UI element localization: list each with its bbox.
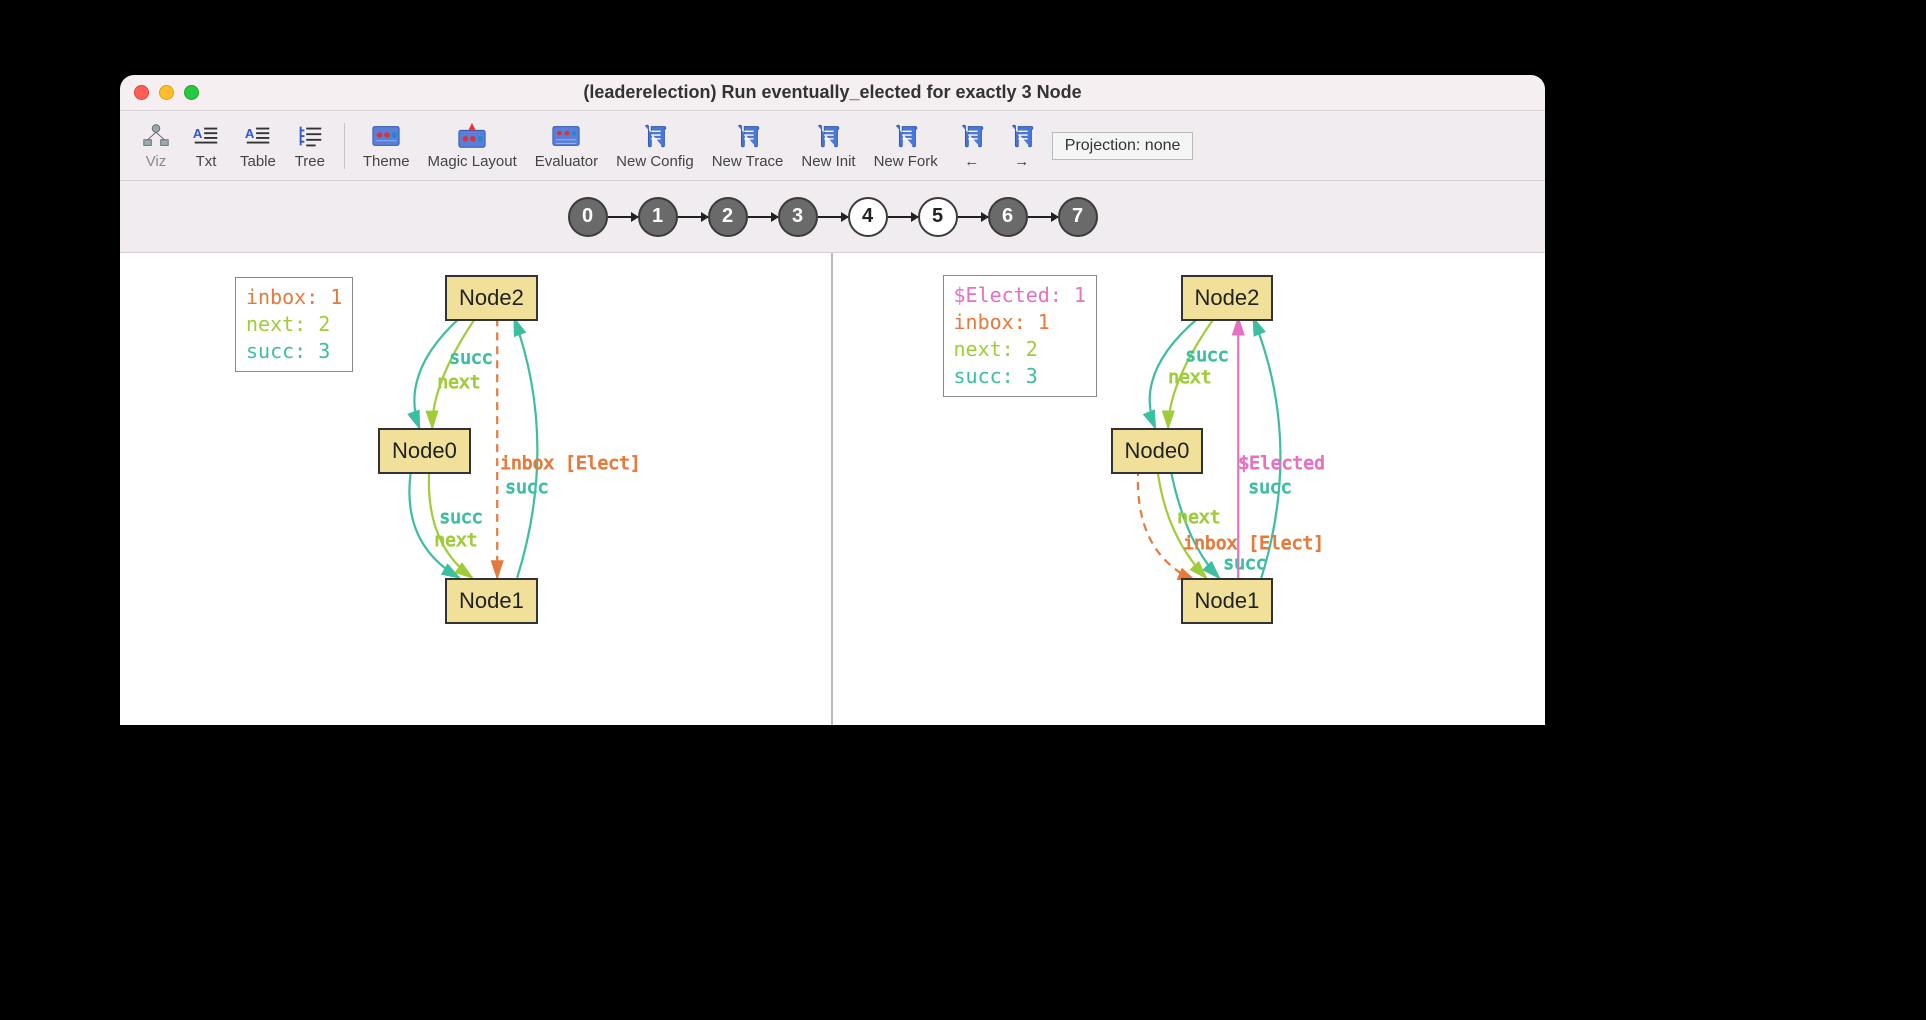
arrow-icon [1028, 216, 1058, 218]
theme-button[interactable]: Theme [355, 117, 418, 174]
toolbar-label: Tree [295, 153, 325, 170]
theme-icon [370, 121, 402, 151]
evaluator-button[interactable]: Evaluator [527, 117, 606, 174]
edge-label: succ [1185, 345, 1228, 366]
toolbar-separator [344, 123, 345, 169]
trace-state-7[interactable]: 7 [1058, 197, 1098, 237]
next-state-button[interactable]: → [998, 117, 1046, 174]
edge-label: succ [449, 347, 492, 368]
scroll-icon [639, 121, 671, 151]
edge-label: succ [1248, 477, 1291, 498]
close-icon[interactable] [134, 85, 149, 100]
table-icon: A [242, 121, 274, 151]
arrow-icon [958, 216, 988, 218]
new-fork-button[interactable]: New Fork [866, 117, 946, 174]
edge-label: next [1177, 507, 1220, 528]
txt-button[interactable]: A Txt [182, 117, 230, 174]
scroll-icon [956, 121, 988, 151]
arrow-icon [748, 216, 778, 218]
scroll-icon [812, 121, 844, 151]
toolbar-label: → [1014, 153, 1029, 170]
toolbar-label: Txt [196, 153, 217, 170]
trace-state-0[interactable]: 0 [568, 197, 608, 237]
legend-item: next: 2 [954, 336, 1086, 363]
trace-state-5[interactable]: 5 [918, 197, 958, 237]
toolbar-label: New Fork [874, 153, 938, 170]
new-trace-button[interactable]: New Trace [704, 117, 792, 174]
edge-label: next [434, 530, 477, 551]
arrow-icon [888, 216, 918, 218]
graph-node[interactable]: Node0 [1111, 428, 1204, 474]
tree-icon [294, 121, 326, 151]
state-panel-right[interactable]: $Elected: 1 inbox: 1 next: 2 succ: 3 [833, 253, 1546, 725]
legend-item: succ: 3 [954, 363, 1086, 390]
toolbar-label: Theme [363, 153, 410, 170]
table-button[interactable]: A Table [232, 117, 284, 174]
legend-item: succ: 3 [246, 338, 342, 365]
legend: $Elected: 1 inbox: 1 next: 2 succ: 3 [943, 275, 1097, 397]
minimize-icon[interactable] [159, 85, 174, 100]
legend-item: inbox: 1 [246, 284, 342, 311]
svg-text:A: A [193, 126, 203, 141]
window-controls [134, 85, 199, 100]
new-init-button[interactable]: New Init [793, 117, 863, 174]
toolbar-label: ← [964, 153, 979, 170]
prev-state-button[interactable]: ← [948, 117, 996, 174]
viz-icon [140, 121, 172, 151]
edge-label: inbox [Elect] [500, 453, 641, 474]
trace-state-1[interactable]: 1 [638, 197, 678, 237]
graph-content: inbox: 1 next: 2 succ: 3 succ next [120, 253, 1545, 725]
graph-node[interactable]: Node1 [1181, 578, 1274, 624]
legend: inbox: 1 next: 2 succ: 3 [235, 277, 353, 372]
graph-node[interactable]: Node2 [445, 275, 538, 321]
new-config-button[interactable]: New Config [608, 117, 702, 174]
trace-state-6[interactable]: 6 [988, 197, 1028, 237]
graph-node[interactable]: Node1 [445, 578, 538, 624]
text-icon: A [190, 121, 222, 151]
arrow-icon [608, 216, 638, 218]
state-panel-left[interactable]: inbox: 1 next: 2 succ: 3 succ next [120, 253, 833, 725]
edge-label: succ [1223, 553, 1266, 574]
trace-state-3[interactable]: 3 [778, 197, 818, 237]
trace-bar: 0 1 2 3 4 5 6 7 [120, 181, 1545, 253]
toolbar-label: Evaluator [535, 153, 598, 170]
viz-button[interactable]: Viz [132, 117, 180, 174]
magic-layout-button[interactable]: Magic Layout [420, 117, 525, 174]
edge-label: $Elected [1238, 453, 1325, 474]
edge-label: succ [439, 507, 482, 528]
toolbar-label: New Trace [712, 153, 784, 170]
trace-state-4[interactable]: 4 [848, 197, 888, 237]
legend-item: next: 2 [246, 311, 342, 338]
legend-item: inbox: 1 [954, 309, 1086, 336]
arrow-icon [818, 216, 848, 218]
arrow-icon [678, 216, 708, 218]
window-title: (leaderelection) Run eventually_elected … [583, 82, 1081, 103]
magic-layout-icon [456, 121, 488, 151]
graph-node[interactable]: Node2 [1181, 275, 1274, 321]
toolbar-label: New Config [616, 153, 694, 170]
tree-button[interactable]: Tree [286, 117, 334, 174]
toolbar-label: Viz [146, 153, 167, 170]
svg-text:A: A [245, 126, 255, 141]
trace-states: 0 1 2 3 4 5 6 7 [568, 197, 1098, 237]
trace-state-2[interactable]: 2 [708, 197, 748, 237]
toolbar: Viz A Txt A Table Tree [120, 111, 1545, 181]
scroll-icon [890, 121, 922, 151]
edge-label: succ [505, 477, 548, 498]
zoom-icon[interactable] [184, 85, 199, 100]
toolbar-label: Magic Layout [428, 153, 517, 170]
toolbar-label: Table [240, 153, 276, 170]
toolbar-label: New Init [801, 153, 855, 170]
edge-label: next [437, 372, 480, 393]
titlebar: (leaderelection) Run eventually_elected … [120, 75, 1545, 111]
visualizer-window: (leaderelection) Run eventually_elected … [120, 75, 1545, 725]
graph-node[interactable]: Node0 [378, 428, 471, 474]
scroll-icon [732, 121, 764, 151]
legend-item: $Elected: 1 [954, 282, 1086, 309]
scroll-icon [1006, 121, 1038, 151]
projection-selector[interactable]: Projection: none [1052, 132, 1194, 160]
edge-label: inbox [Elect] [1183, 533, 1324, 554]
edge-label: next [1168, 367, 1211, 388]
evaluator-icon [550, 121, 582, 151]
